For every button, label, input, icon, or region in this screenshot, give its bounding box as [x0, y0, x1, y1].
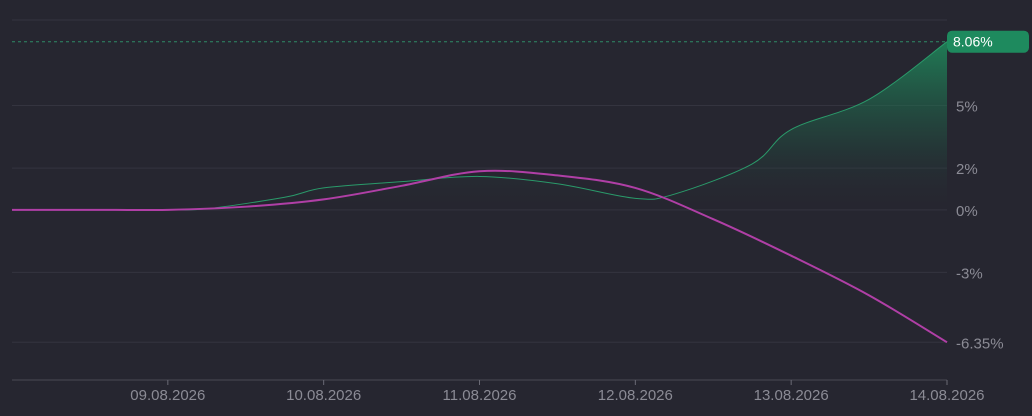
x-tick-label-2: 11.08.2026	[443, 387, 517, 404]
y-tick-label-2: 0%	[956, 203, 978, 220]
last-value-badge: 8.06%	[947, 30, 1029, 53]
x-tick-label-0: 09.08.2026	[130, 387, 205, 404]
performance-chart: 09.08.2026 10.08.2026 11.08.2026 12.08.2026…	[12, 19, 1029, 404]
x-tick-label-3: 12.08.2026	[598, 387, 673, 404]
series-0-area	[12, 41, 947, 211]
series-area	[12, 41, 947, 211]
x-axis: 09.08.2026 10.08.2026 11.08.2026 12.08.2026…	[12, 379, 985, 404]
y-tick-label-1: 2%	[956, 161, 978, 178]
y-tick-label-0: 5%	[956, 99, 978, 116]
x-tick-label-4: 13.08.2026	[754, 387, 829, 404]
y-axis: 5% 2% 0% -3% -6.35%	[956, 99, 1004, 353]
y-tick-label-3: -3%	[956, 265, 983, 282]
last-value-label: 8.06%	[953, 34, 993, 50]
y-tick-label-4: -6.35%	[956, 335, 1004, 352]
x-tick-label-1: 10.08.2026	[286, 387, 361, 404]
x-tick-label-5: 14.08.2026	[909, 387, 984, 404]
